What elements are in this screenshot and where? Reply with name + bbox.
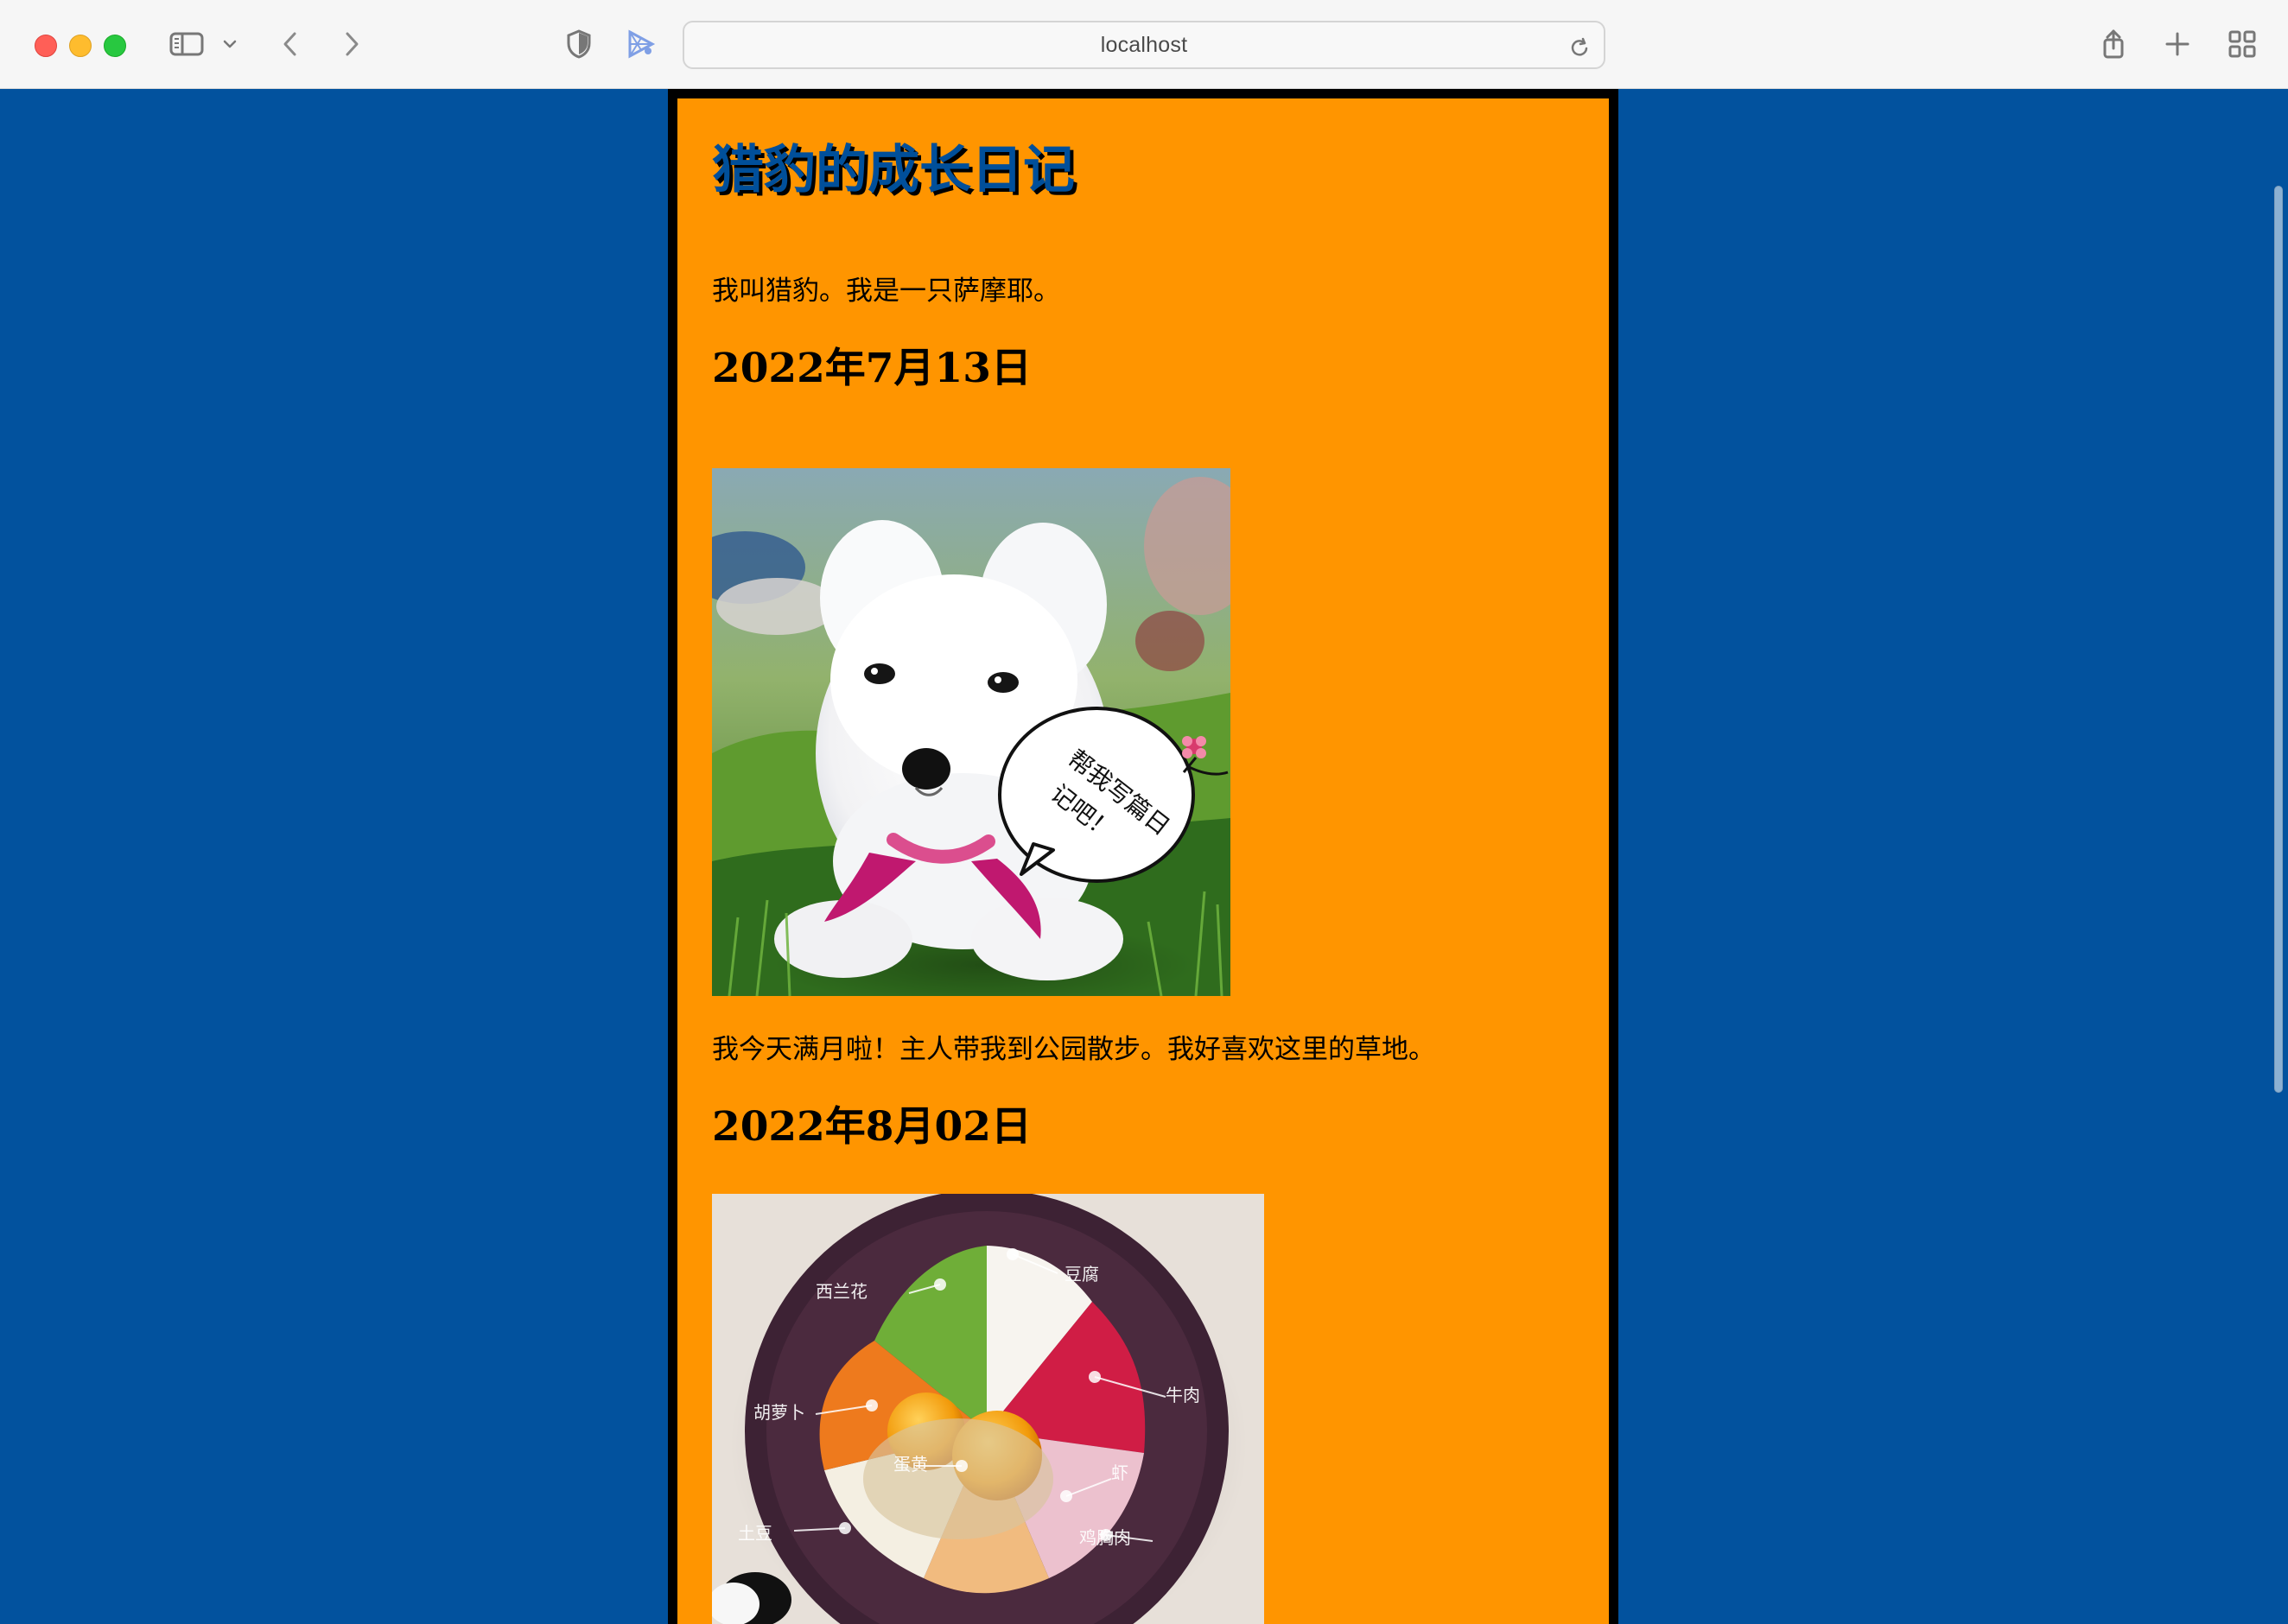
diary-page-frame: 猎豹的成长日记 我叫猎豹。我是一只萨摩耶。 2022年7月13日 帮我写篇日 记… bbox=[668, 89, 1618, 1624]
svg-text:鸡胸肉: 鸡胸肉 bbox=[1079, 1527, 1131, 1548]
tabs-grid-icon[interactable] bbox=[2224, 24, 2260, 64]
puppy-photo: 帮我写篇日 记吧！ bbox=[712, 468, 1230, 996]
page-title: 猎豹的成长日记 bbox=[712, 140, 1075, 200]
browser-window: localhost 猎豹的成长日记 我叫猎豹。我是一只萨摩耶。 2022年7月1… bbox=[0, 0, 2288, 1624]
food-bowl-illustration: 西兰花 豆腐 牛肉 胡萝卜 蛋黄 虾 土豆 鸡胸肉 bbox=[712, 1194, 1264, 1624]
close-window-button[interactable] bbox=[35, 35, 57, 57]
shield-icon[interactable] bbox=[562, 24, 596, 64]
minimize-window-button[interactable] bbox=[69, 35, 92, 57]
extension-icon[interactable] bbox=[620, 24, 662, 64]
svg-text:西兰花: 西兰花 bbox=[816, 1281, 868, 1302]
diary-page: 猎豹的成长日记 我叫猎豹。我是一只萨摩耶。 2022年7月13日 帮我写篇日 记… bbox=[677, 98, 1609, 1624]
svg-text:胡萝卜: 胡萝卜 bbox=[753, 1402, 805, 1423]
entry-text: 我今天满月啦！主人带我到公园散步。我好喜欢这里的草地。 bbox=[712, 1034, 1435, 1065]
zoom-window-button[interactable] bbox=[104, 35, 126, 57]
address-text: localhost bbox=[1100, 32, 1188, 57]
vertical-scrollbar[interactable] bbox=[2274, 186, 2283, 1093]
svg-text:蛋黄: 蛋黄 bbox=[893, 1454, 928, 1475]
reload-icon[interactable] bbox=[1567, 35, 1592, 59]
svg-text:牛肉: 牛肉 bbox=[1166, 1385, 1200, 1405]
browser-toolbar: localhost bbox=[0, 0, 2288, 89]
food-bowl-photo: 西兰花 豆腐 牛肉 胡萝卜 蛋黄 虾 土豆 鸡胸肉 bbox=[712, 1194, 1264, 1624]
sidebar-icon[interactable] bbox=[168, 24, 206, 64]
svg-text:土豆: 土豆 bbox=[738, 1523, 772, 1544]
chevron-left-icon[interactable] bbox=[275, 24, 306, 64]
chevron-down-icon[interactable] bbox=[219, 24, 241, 64]
puppy-illustration: 帮我写篇日 记吧！ bbox=[712, 468, 1230, 996]
entry-date-heading: 2022年8月02日 bbox=[712, 1103, 1032, 1151]
chevron-right-icon[interactable] bbox=[336, 24, 367, 64]
address-bar[interactable]: localhost bbox=[683, 21, 1605, 69]
web-viewport[interactable]: 猎豹的成长日记 我叫猎豹。我是一只萨摩耶。 2022年7月13日 帮我写篇日 记… bbox=[0, 89, 2288, 1624]
svg-text:豆腐: 豆腐 bbox=[1065, 1264, 1099, 1285]
entry-date-heading: 2022年7月13日 bbox=[712, 345, 1032, 392]
plus-icon[interactable] bbox=[2160, 24, 2195, 64]
intro-text: 我叫猎豹。我是一只萨摩耶。 bbox=[712, 276, 1060, 307]
share-icon[interactable] bbox=[2096, 24, 2131, 64]
svg-text:虾: 虾 bbox=[1111, 1462, 1128, 1483]
